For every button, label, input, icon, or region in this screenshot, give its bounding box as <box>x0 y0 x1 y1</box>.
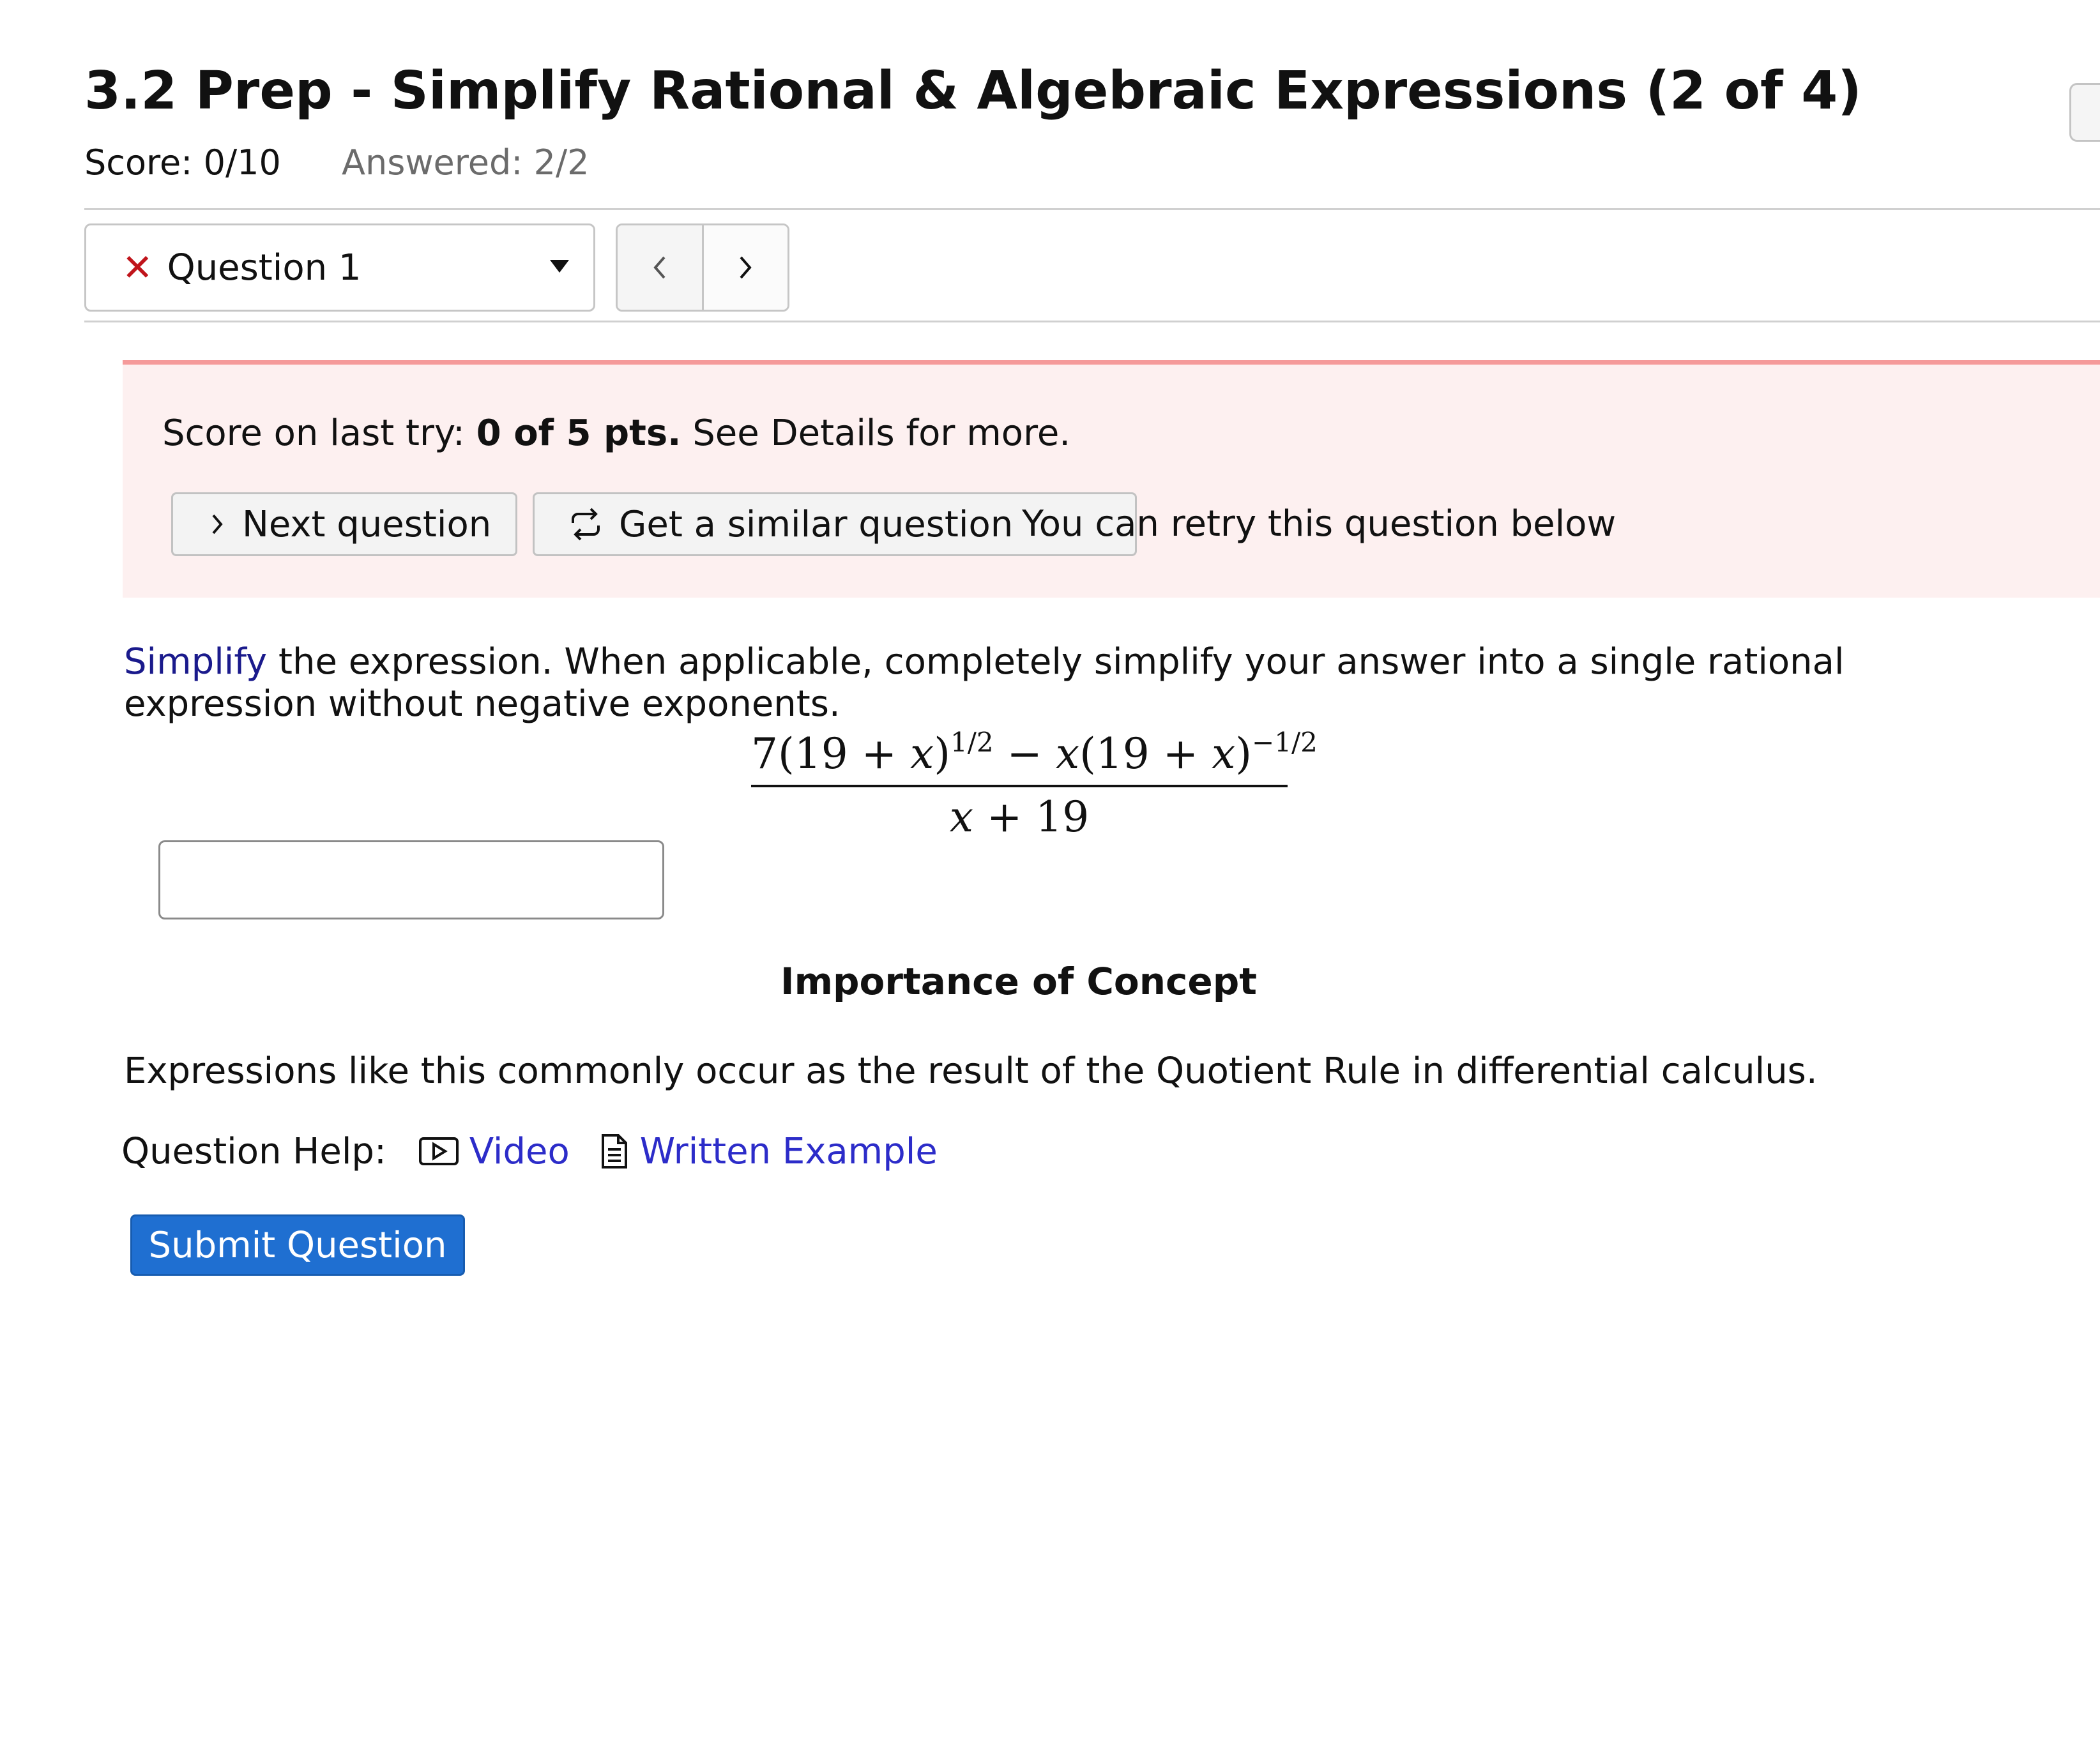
divider-nav <box>84 321 2100 322</box>
score-alert: Score on last try: 0 of 5 pts. See Detai… <box>123 360 2100 598</box>
expression-denominator: x + 19 <box>751 787 1288 842</box>
chevron-left-icon <box>653 256 666 279</box>
score-text: Score: 0/10 <box>84 142 281 183</box>
repeat-icon <box>567 505 605 543</box>
next-question-label: Next question <box>242 503 492 545</box>
question-nav-buttons <box>616 223 789 312</box>
exponent-2: −1/2 <box>1252 727 1318 758</box>
concept-title: Importance of Concept <box>780 960 1257 1003</box>
math-expression: 7(19 + x)1/2 − x(19 + x)−1/2 x + 19 <box>751 727 1318 842</box>
submit-question-button[interactable]: Submit Question <box>130 1214 465 1276</box>
num-part-1: 7(19 + <box>751 729 910 778</box>
score-row: Score: 0/10 Answered: 2/2 <box>84 146 590 180</box>
answer-input[interactable] <box>158 840 664 919</box>
den-part-2: + 19 <box>973 792 1090 842</box>
question-help-label: Question Help: <box>121 1130 386 1172</box>
video-link-label: Video <box>469 1130 570 1172</box>
num-var-1: x <box>909 729 934 778</box>
question-body: the expression. When applicable, complet… <box>124 641 1845 725</box>
exponent-1: 1/2 <box>950 727 994 758</box>
document-icon <box>599 1133 630 1170</box>
next-question-button[interactable]: Next question <box>171 492 517 556</box>
previous-question-button[interactable] <box>618 225 702 310</box>
question-select-label: Question 1 <box>167 246 361 289</box>
retry-text: You can retry this question below <box>1022 503 1617 545</box>
num-minus: − <box>993 729 1056 778</box>
written-example-label: Written Example <box>639 1130 938 1172</box>
details-link-text: See Details for more. <box>681 412 1071 454</box>
answered-text: Answered: 2/2 <box>342 142 590 183</box>
last-try-score: Score on last try: 0 of 5 pts. See Detai… <box>162 416 1070 451</box>
question-text: Simplify the expression. When applicable… <box>124 641 2040 725</box>
num-var-2: x <box>1055 729 1080 778</box>
menu-button[interactable] <box>2069 83 2100 142</box>
num-part-2: ) <box>934 729 950 778</box>
similar-question-label: Get a similar question <box>619 503 1014 545</box>
score-value: 0 of 5 pts. <box>476 412 681 454</box>
video-icon <box>418 1135 459 1167</box>
chevron-right-icon <box>210 513 224 536</box>
expression-numerator: 7(19 + x)1/2 − x(19 + x)−1/2 <box>751 727 1318 782</box>
video-link[interactable]: Video <box>418 1131 570 1172</box>
caret-down-icon <box>550 260 569 273</box>
question-select[interactable]: ✕ Question 1 <box>84 223 595 312</box>
next-question-nav-button[interactable] <box>701 225 788 310</box>
assignment-page: 3.2 Prep - Simplify Rational & Algebraic… <box>0 0 2100 1747</box>
simplify-term-link[interactable]: Simplify <box>124 641 267 683</box>
divider-top <box>84 208 2100 210</box>
page-title: 3.2 Prep - Simplify Rational & Algebraic… <box>84 61 1862 121</box>
written-example-link[interactable]: Written Example <box>599 1131 938 1172</box>
concept-text: Expressions like this commonly occur as … <box>124 1050 1818 1092</box>
chevron-right-icon <box>740 256 752 279</box>
den-var: x <box>949 792 973 842</box>
num-part-5: ) <box>1235 729 1252 778</box>
score-prefix: Score on last try: <box>162 412 476 454</box>
num-var-3: x <box>1212 729 1236 778</box>
question-help: Question Help: Video Written Example <box>121 1129 938 1174</box>
num-part-4: (19 + <box>1079 729 1212 778</box>
x-icon: ✕ <box>122 246 153 289</box>
